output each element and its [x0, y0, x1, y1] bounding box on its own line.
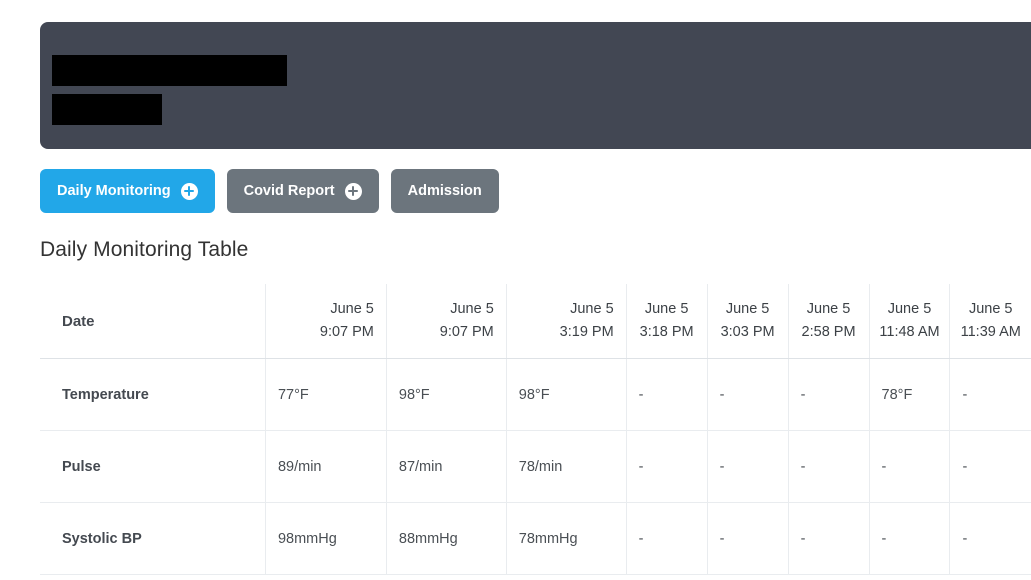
column-time: 2:58 PM — [801, 324, 856, 340]
column-header-2[interactable]: June 5 3:19 PM — [505, 284, 627, 359]
table-row: Temperature 77°F 98°F 98°F - - - 78°F - — [40, 358, 1031, 431]
column-date: June 5 — [806, 300, 851, 317]
cell-systolic-bp-1: 88mmHg — [385, 502, 507, 575]
column-date: June 5 — [968, 300, 1013, 317]
column-time: 9:07 PM — [439, 324, 494, 340]
cell-temperature-3: - — [625, 358, 708, 431]
cell-systolic-bp-3: - — [625, 502, 708, 575]
cell-pulse-7: - — [949, 430, 1031, 503]
row-label-temperature: Temperature — [40, 358, 266, 431]
column-time: 3:19 PM — [559, 324, 614, 340]
column-time: 3:03 PM — [720, 324, 775, 340]
column-header-1[interactable]: June 5 9:07 PM — [385, 284, 507, 359]
column-time: 11:48 AM — [879, 324, 940, 340]
cell-pulse-3: - — [625, 430, 708, 503]
column-header-7[interactable]: June 5 11:39 AM — [949, 284, 1031, 359]
cell-pulse-1: 87/min — [385, 430, 507, 503]
cell-pulse-2: 78/min — [505, 430, 627, 503]
row-label-pulse: Pulse — [40, 430, 266, 503]
cell-pulse-0: 89/min — [264, 430, 387, 503]
column-header-0[interactable]: June 5 9:07 PM — [264, 284, 387, 359]
cell-systolic-bp-6: - — [868, 502, 950, 575]
column-date: June 5 — [330, 300, 374, 317]
add-icon[interactable] — [344, 182, 362, 200]
column-time: 3:18 PM — [639, 324, 694, 340]
cell-systolic-bp-7: - — [949, 502, 1031, 575]
daily-monitoring-button-label: Daily Monitoring — [57, 182, 171, 199]
add-icon[interactable] — [180, 182, 198, 200]
column-header-date: Date — [40, 284, 266, 359]
table-body: Temperature 77°F 98°F 98°F - - - 78°F - … — [40, 358, 1031, 575]
cell-systolic-bp-2: 78mmHg — [505, 502, 627, 575]
table-header: Date June 5 9:07 PM June 5 9:07 PM June … — [40, 284, 1031, 359]
cell-temperature-1: 98°F — [385, 358, 507, 431]
cell-pulse-6: - — [868, 430, 950, 503]
covid-report-button[interactable]: Covid Report — [226, 169, 379, 213]
cell-temperature-7: - — [949, 358, 1031, 431]
row-label-systolic-bp: Systolic BP — [40, 502, 266, 575]
cell-systolic-bp-5: - — [787, 502, 870, 575]
cell-pulse-4: - — [706, 430, 789, 503]
patient-banner — [40, 22, 1031, 149]
cell-pulse-5: - — [787, 430, 870, 503]
table-header-row: Date June 5 9:07 PM June 5 9:07 PM June … — [40, 284, 1031, 359]
cell-systolic-bp-0: 98mmHg — [264, 502, 387, 575]
action-button-row: Daily Monitoring Covid Report Admission — [40, 169, 499, 213]
column-date: June 5 — [887, 300, 932, 317]
cell-temperature-5: - — [787, 358, 870, 431]
cell-temperature-6: 78°F — [868, 358, 950, 431]
daily-monitoring-table: Date June 5 9:07 PM June 5 9:07 PM June … — [40, 284, 1031, 575]
admission-button-label: Admission — [407, 182, 482, 199]
column-header-5[interactable]: June 5 2:58 PM — [787, 284, 870, 359]
daily-monitoring-table-container: Date June 5 9:07 PM June 5 9:07 PM June … — [40, 284, 1031, 575]
cell-temperature-2: 98°F — [505, 358, 627, 431]
column-date: June 5 — [644, 300, 689, 317]
admission-button[interactable]: Admission — [390, 169, 499, 213]
redacted-patient-name — [52, 55, 287, 86]
daily-monitoring-button[interactable]: Daily Monitoring — [40, 169, 215, 213]
column-date: June 5 — [725, 300, 770, 317]
table-row: Systolic BP 98mmHg 88mmHg 78mmHg - - - -… — [40, 502, 1031, 575]
column-time: 11:39 AM — [960, 324, 1021, 340]
covid-report-button-label: Covid Report — [243, 182, 335, 199]
column-header-3[interactable]: June 5 3:18 PM — [625, 284, 708, 359]
cell-systolic-bp-4: - — [706, 502, 789, 575]
column-header-6[interactable]: June 5 11:48 AM — [868, 284, 950, 359]
redacted-patient-detail — [52, 94, 162, 125]
page-title: Daily Monitoring Table — [40, 238, 249, 261]
column-date: June 5 — [450, 300, 494, 317]
column-header-4[interactable]: June 5 3:03 PM — [706, 284, 789, 359]
cell-temperature-4: - — [706, 358, 789, 431]
table-row: Pulse 89/min 87/min 78/min - - - - - — [40, 430, 1031, 503]
cell-temperature-0: 77°F — [264, 358, 387, 431]
column-date: June 5 — [570, 300, 614, 317]
column-time: 9:07 PM — [319, 324, 374, 340]
